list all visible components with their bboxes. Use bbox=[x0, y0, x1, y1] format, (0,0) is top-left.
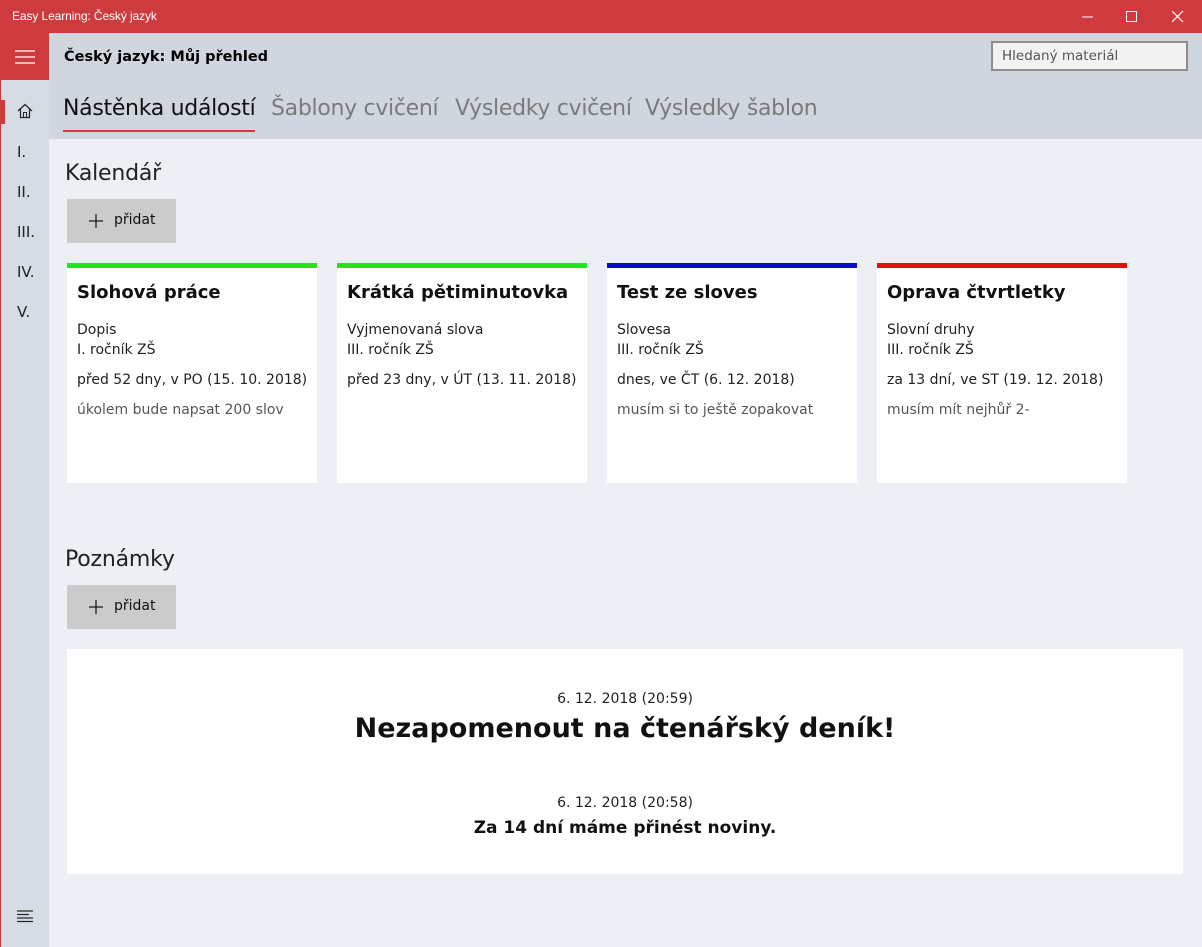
plus-icon bbox=[89, 214, 103, 228]
rail-item-label: II. bbox=[17, 183, 31, 201]
page-header: Český jazyk: Můj přehled Nástěnka událos… bbox=[49, 33, 1202, 139]
event-color-bar bbox=[607, 263, 857, 268]
event-subject: Slovesa bbox=[617, 322, 672, 338]
rail-item-4[interactable]: IV. bbox=[1, 253, 49, 293]
menu-button[interactable] bbox=[1, 33, 49, 80]
event-note: úkolem bude napsat 200 slov bbox=[77, 402, 284, 418]
tab-label: Výsledky šablon bbox=[645, 96, 818, 121]
page-title: Český jazyk: Můj přehled bbox=[64, 49, 269, 65]
home-icon bbox=[17, 103, 33, 119]
calendar-heading: Kalendář bbox=[65, 161, 162, 186]
tab-label: Nástěnka událostí bbox=[63, 96, 256, 121]
notes-panel: 6. 12. 2018 (20:59) Nezapomenout na čten… bbox=[67, 649, 1183, 874]
event-color-bar bbox=[877, 263, 1127, 268]
event-grade: III. ročník ZŠ bbox=[887, 342, 974, 358]
event-title: Krátká pětiminutovka bbox=[347, 282, 569, 303]
rail-item-label: V. bbox=[17, 303, 31, 321]
minimize-icon bbox=[1082, 16, 1093, 18]
add-note-button[interactable]: přidat bbox=[67, 585, 176, 629]
list-menu-button[interactable] bbox=[17, 909, 33, 928]
maximize-icon bbox=[1126, 11, 1137, 22]
event-subject: Dopis bbox=[77, 322, 117, 338]
event-title: Oprava čtvrtletky bbox=[887, 282, 1066, 303]
event-date: za 13 dní, ve ST (19. 12. 2018) bbox=[887, 372, 1104, 388]
rail-item-home[interactable] bbox=[1, 92, 49, 132]
rail-item-1[interactable]: I. bbox=[1, 133, 49, 173]
event-title: Slohová práce bbox=[77, 282, 221, 303]
add-event-button[interactable]: přidat bbox=[67, 199, 176, 243]
selection-indicator bbox=[1, 100, 5, 124]
search-input[interactable] bbox=[991, 41, 1188, 71]
event-note: musím mít nejhůř 2- bbox=[887, 402, 1030, 418]
note-text[interactable]: Nezapomenout na čtenářský deník! bbox=[67, 713, 1183, 744]
event-card[interactable]: Test ze sloves Slovesa III. ročník ZŠ dn… bbox=[607, 263, 857, 483]
tab-exercise-templates[interactable]: Šablony cvičení bbox=[271, 96, 439, 121]
tab-label: Výsledky cvičení bbox=[455, 96, 632, 121]
note-date: 6. 12. 2018 (20:59) bbox=[557, 691, 693, 707]
event-date: před 52 dny, v PO (15. 10. 2018) bbox=[77, 372, 308, 388]
event-subject: Vyjmenovaná slova bbox=[347, 322, 484, 338]
event-card[interactable]: Krátká pětiminutovka Vyjmenovaná slova I… bbox=[337, 263, 587, 483]
add-label: přidat bbox=[114, 212, 156, 228]
event-color-bar bbox=[337, 263, 587, 268]
tab-event-board[interactable]: Nástěnka událostí bbox=[63, 96, 256, 132]
event-grade: III. ročník ZŠ bbox=[617, 342, 704, 358]
title-bar: Easy Learning: Český jazyk bbox=[0, 0, 1202, 33]
plus-icon bbox=[89, 600, 103, 614]
navigation-rail: I. II. III. IV. V. bbox=[0, 33, 49, 947]
window-title: Easy Learning: Český jazyk bbox=[12, 9, 157, 23]
event-date: před 23 dny, v ÚT (13. 11. 2018) bbox=[347, 372, 577, 388]
hamburger-icon bbox=[15, 50, 35, 64]
add-label: přidat bbox=[114, 598, 156, 614]
event-grade: III. ročník ZŠ bbox=[347, 342, 434, 358]
main-content: Kalendář přidat Slohová práce Dopis I. r… bbox=[49, 139, 1202, 947]
rail-item-2[interactable]: II. bbox=[1, 173, 49, 213]
event-date: dnes, ve ČT (6. 12. 2018) bbox=[617, 372, 795, 388]
notes-heading: Poznámky bbox=[65, 547, 175, 572]
event-note: musím si to ještě zopakovat bbox=[617, 402, 814, 418]
maximize-button[interactable] bbox=[1109, 0, 1155, 33]
tab-exercise-results[interactable]: Výsledky cvičení bbox=[455, 96, 632, 121]
rail-item-label: III. bbox=[17, 223, 36, 241]
event-grade: I. ročník ZŠ bbox=[77, 342, 156, 358]
close-icon bbox=[1172, 11, 1184, 23]
note-text[interactable]: Za 14 dní máme přinést noviny. bbox=[67, 818, 1183, 838]
rail-item-5[interactable]: V. bbox=[1, 293, 49, 333]
rail-item-label: I. bbox=[17, 143, 27, 161]
rail-item-3[interactable]: III. bbox=[1, 213, 49, 253]
list-icon bbox=[17, 910, 33, 923]
event-title: Test ze sloves bbox=[617, 282, 758, 303]
event-card[interactable]: Slohová práce Dopis I. ročník ZŠ před 52… bbox=[67, 263, 317, 483]
event-card[interactable]: Oprava čtvrtletky Slovní druhy III. ročn… bbox=[877, 263, 1127, 483]
minimize-button[interactable] bbox=[1065, 0, 1111, 33]
close-button[interactable] bbox=[1155, 0, 1201, 33]
event-subject: Slovní druhy bbox=[887, 322, 975, 338]
rail-item-label: IV. bbox=[17, 263, 35, 281]
active-tab-underline bbox=[63, 130, 256, 132]
tab-template-results[interactable]: Výsledky šablon bbox=[645, 96, 818, 121]
tab-label: Šablony cvičení bbox=[271, 96, 439, 121]
event-color-bar bbox=[67, 263, 317, 268]
note-date: 6. 12. 2018 (20:58) bbox=[557, 795, 693, 811]
